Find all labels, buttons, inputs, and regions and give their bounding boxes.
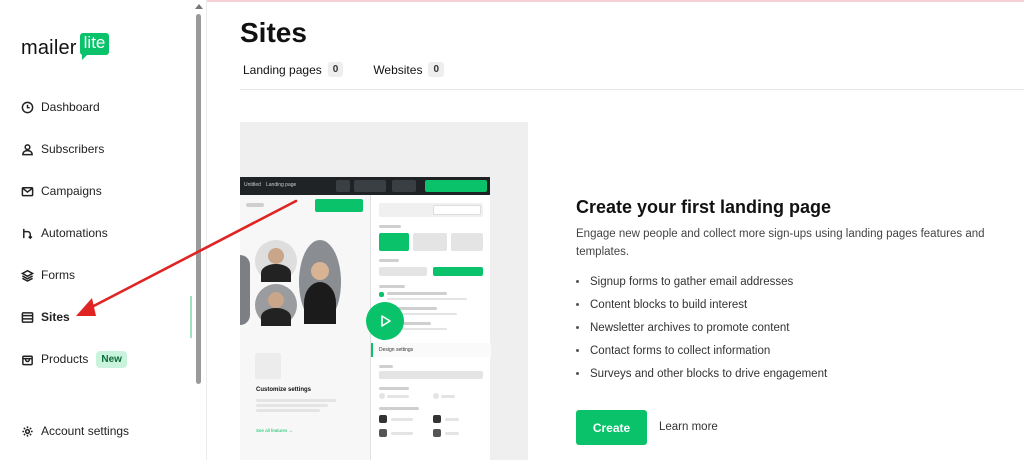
sidebar-item-forms[interactable]: Forms	[0, 254, 192, 296]
tabs-divider	[240, 89, 1024, 90]
sidebar-item-label: Sites	[41, 310, 70, 324]
tab-websites[interactable]: Websites 0	[373, 62, 445, 77]
preview-customize-title: Customize settings	[256, 387, 312, 393]
sidebar-item-label: Subscribers	[41, 142, 105, 156]
page-title: Sites	[240, 17, 307, 48]
account-settings-link[interactable]: Account settings	[21, 424, 129, 438]
sidebar-item-subscribers[interactable]: Subscribers	[0, 128, 192, 170]
layers-icon	[21, 269, 34, 282]
empty-state-card: Untitled Landing page Customize settings…	[240, 122, 1024, 460]
workflow-icon	[23, 228, 33, 239]
new-badge: New	[96, 350, 127, 368]
main-content: Sites Landing pages 0 Websites 0 Untitle…	[207, 0, 1024, 460]
empty-state-description: Engage new people and collect more sign-…	[576, 228, 985, 258]
person-icon	[22, 143, 33, 155]
feature-list: Signup forms to gather email addresses C…	[576, 270, 827, 385]
bag-icon	[22, 355, 33, 365]
preview-design-settings: Design settings	[379, 347, 414, 353]
empty-state-content: Create your first landing page Engage ne…	[528, 122, 1024, 460]
logo-badge: lite	[79, 33, 110, 60]
sidebar-item-campaigns[interactable]: Campaigns	[0, 170, 192, 212]
sidebar-item-label: Automations	[41, 226, 108, 240]
play-icon	[381, 315, 391, 327]
list-item: Content blocks to build interest	[576, 293, 827, 316]
sidebar-item-sites[interactable]: Sites	[0, 296, 192, 338]
browser-icon	[21, 311, 34, 323]
list-item: Surveys and other blocks to drive engage…	[576, 362, 827, 385]
empty-state-title: Create your first landing page	[576, 197, 832, 217]
sidebar-item-label: Forms	[41, 268, 75, 282]
tab-label: Landing pages	[243, 62, 322, 77]
sidebar-item-label: Dashboard	[41, 100, 100, 114]
mailerlite-logo[interactable]: mailer lite	[21, 33, 110, 60]
preview-see-all-link: See all features →	[256, 428, 294, 433]
clock-icon	[21, 101, 34, 113]
sidebar-item-automations[interactable]: Automations	[0, 212, 192, 254]
scroll-up-arrow-icon[interactable]	[195, 4, 203, 9]
tab-landing-pages[interactable]: Landing pages 0	[243, 62, 344, 77]
play-video-button[interactable]	[366, 302, 404, 340]
preview-canvas: Customize settings See all features →	[240, 195, 370, 460]
sidebar-item-label: Products	[41, 352, 89, 366]
main-nav: Dashboard Subscribers Campaigns Automati…	[0, 86, 192, 380]
tab-label: Websites	[373, 62, 423, 77]
sidebar-scrollbar[interactable]	[196, 14, 201, 384]
create-button[interactable]: Create	[576, 410, 647, 445]
sidebar-item-label: Campaigns	[41, 184, 102, 198]
tab-count: 0	[327, 62, 344, 77]
envelope-icon	[21, 186, 34, 196]
sites-tabs: Landing pages 0 Websites 0	[243, 62, 474, 77]
preview-toolbar: Untitled Landing page	[240, 177, 490, 195]
sidebar: mailer lite Dashboard Subscribers Campai…	[0, 0, 207, 460]
sidebar-item-products[interactable]: Products New	[0, 338, 192, 380]
list-item: Signup forms to gather email addresses	[576, 270, 827, 293]
logo-text: mailer	[21, 37, 77, 59]
sidebar-item-dashboard[interactable]: Dashboard	[0, 86, 192, 128]
builder-preview-image: Untitled Landing page Customize settings…	[240, 122, 528, 460]
tab-count: 0	[428, 62, 445, 77]
list-item: Newsletter archives to promote content	[576, 316, 827, 339]
learn-more-link[interactable]: Learn more	[659, 421, 718, 433]
account-settings-label: Account settings	[41, 424, 130, 438]
gear-icon	[22, 425, 33, 437]
list-item: Contact forms to collect information	[576, 339, 827, 362]
